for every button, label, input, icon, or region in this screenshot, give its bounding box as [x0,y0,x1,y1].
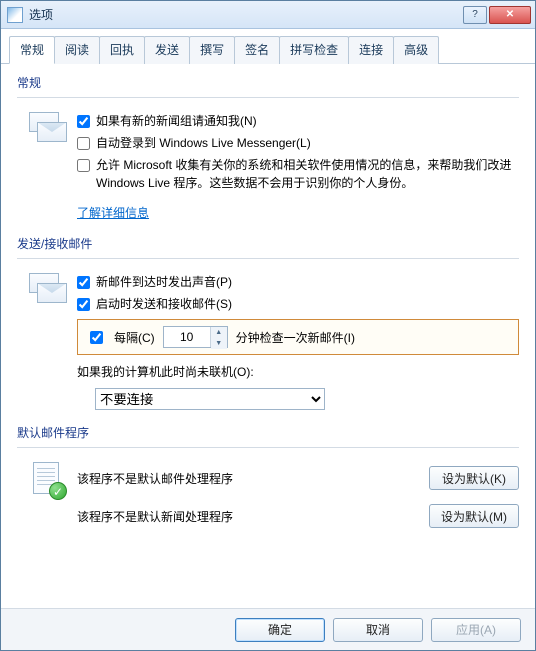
tab-0[interactable]: 常规 [9,36,55,64]
allow-ms-checkbox[interactable] [77,159,90,172]
dialog-footer: 确定 取消 应用(A) [1,608,535,650]
document-check-icon: ✓ [27,460,67,500]
auto-login-checkbox[interactable] [77,137,90,150]
check-every-label[interactable]: 每隔(C) [114,329,155,346]
interval-suffix: 分钟检查一次新邮件(I) [236,329,355,346]
section-general-header: 常规 [17,74,519,91]
window-title: 选项 [29,6,463,23]
app-icon [7,7,23,23]
tab-8[interactable]: 高级 [393,36,439,64]
allow-ms-label[interactable]: 允许 Microsoft 收集有关你的系统和相关软件使用情况的信息，来帮助我们改… [96,156,519,192]
offline-label: 如果我的计算机此时尚未联机(O): [77,363,519,380]
envelope-icon [27,110,67,144]
envelopes-icon [27,271,67,305]
tab-5[interactable]: 签名 [234,36,280,64]
play-sound-checkbox[interactable] [77,276,90,289]
tab-bar: 常规阅读回执发送撰写签名拼写检查连接高级 [1,29,535,64]
set-default-mail-button[interactable]: 设为默认(K) [429,466,519,490]
options-window: 选项 ? ✕ 常规阅读回执发送撰写签名拼写检查连接高级 常规 如果有新的新闻组 [0,0,536,651]
help-button[interactable]: ? [463,6,487,24]
tab-7[interactable]: 连接 [348,36,394,64]
section-defaults: 默认邮件程序 ✓ 该程序不是默认邮件处理程序 设为默认(K) 该程序不是默认新闻… [17,424,519,542]
notify-newsgroup-label[interactable]: 如果有新的新闻组请通知我(N) [96,112,519,130]
interval-input[interactable] [164,327,210,347]
default-news-text: 该程序不是默认新闻处理程序 [77,508,429,525]
apply-button[interactable]: 应用(A) [431,618,521,642]
interval-spinner: ▲ ▼ [163,326,228,348]
notify-newsgroup-checkbox[interactable] [77,115,90,128]
divider [17,258,519,259]
check-every-checkbox[interactable] [90,331,103,344]
auto-login-label[interactable]: 自动登录到 Windows Live Messenger(L) [96,134,519,152]
spinner-up[interactable]: ▲ [211,327,227,338]
divider [17,97,519,98]
close-button[interactable]: ✕ [489,6,531,24]
section-general: 常规 如果有新的新闻组请通知我(N) 自动登录到 Windows Live Me… [17,74,519,221]
divider [17,447,519,448]
window-buttons: ? ✕ [463,6,531,24]
startup-sendrecv-checkbox[interactable] [77,298,90,311]
play-sound-label[interactable]: 新邮件到达时发出声音(P) [96,273,519,291]
tab-2[interactable]: 回执 [99,36,145,64]
tab-4[interactable]: 撰写 [189,36,235,64]
set-default-news-button[interactable]: 设为默认(M) [429,504,519,528]
ok-button[interactable]: 确定 [235,618,325,642]
spinner-down[interactable]: ▼ [211,338,227,349]
tab-6[interactable]: 拼写检查 [279,36,349,64]
cancel-button[interactable]: 取消 [333,618,423,642]
interval-highlight-box: 每隔(C) ▲ ▼ 分钟检查一次新邮件(I) [77,319,519,355]
tab-3[interactable]: 发送 [144,36,190,64]
titlebar: 选项 ? ✕ [1,1,535,29]
startup-sendrecv-label[interactable]: 启动时发送和接收邮件(S) [96,295,519,313]
offline-action-select[interactable]: 不要连接 [95,388,325,410]
default-mail-text: 该程序不是默认邮件处理程序 [77,470,429,487]
learn-more-link[interactable]: 了解详细信息 [77,204,149,221]
tab-1[interactable]: 阅读 [54,36,100,64]
section-sendrecv: 发送/接收邮件 新邮件到达时发出声音(P) 启动时发送和接收邮件(S) [17,235,519,410]
section-defaults-header: 默认邮件程序 [17,424,519,441]
tab-content: 常规 如果有新的新闻组请通知我(N) 自动登录到 Windows Live Me… [1,64,535,608]
section-sendrecv-header: 发送/接收邮件 [17,235,519,252]
